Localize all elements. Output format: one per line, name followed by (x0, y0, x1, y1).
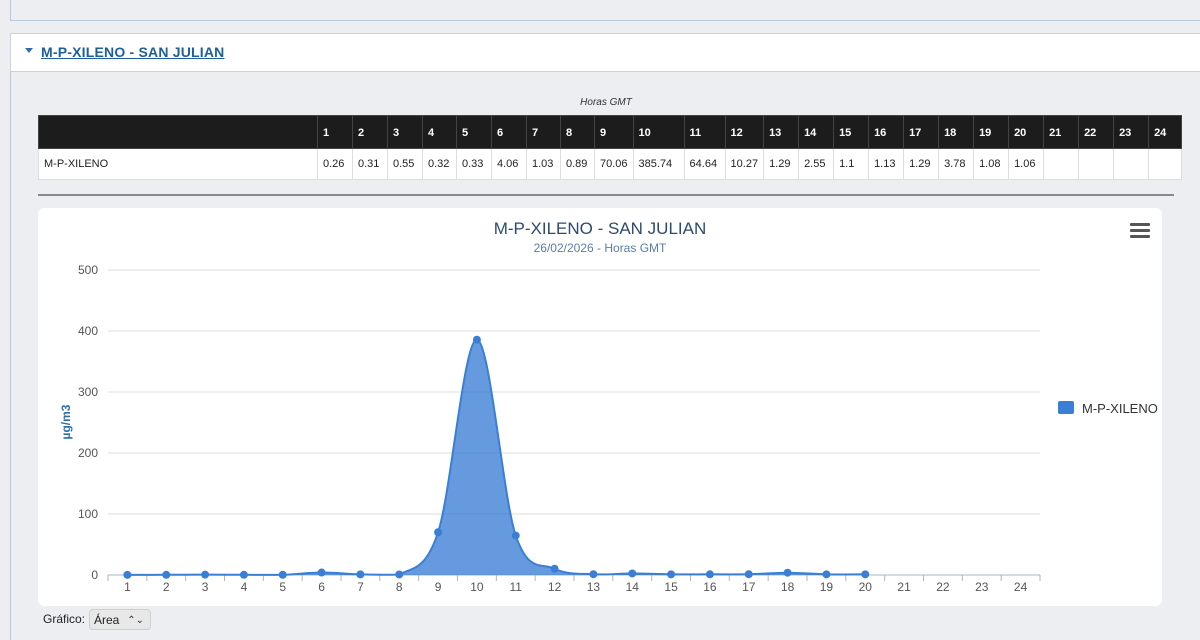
table-cell: 4.06 (491, 148, 527, 180)
table-cell: 0.89 (560, 148, 595, 180)
table-cell: 1.1 (833, 148, 870, 180)
table-cell: 0.32 (422, 148, 457, 180)
table-cell (1148, 148, 1183, 180)
select-arrows-icon: ⌃⌄ (127, 615, 144, 626)
table-cell: 64.64 (683, 148, 726, 180)
table-header-hour: 1 (317, 115, 353, 149)
table-row-label: M-P-XILENO (38, 148, 318, 180)
left-border-rule (10, 70, 11, 640)
table-cell: 1.13 (868, 148, 905, 180)
table-header-row: 1 2 3 4 5 6 7 8 9 10 11 12 13 14 15 16 17 18 19 20 21 22 23 24 (38, 115, 1183, 149)
table-header-hour: 5 (456, 115, 492, 149)
table-header-hour: 20 (1008, 115, 1045, 149)
table-header-hour: 21 (1043, 115, 1080, 149)
table-cell: 0.55 (387, 148, 423, 180)
table-header-hour: 16 (868, 115, 905, 149)
table-cell: 0.31 (352, 148, 388, 180)
table-header-hour: 12 (724, 115, 765, 149)
table-cell: 70.06 (594, 148, 634, 180)
table-header-hour: 7 (526, 115, 561, 149)
table-header-hour: 13 (763, 115, 800, 149)
table-cell: 0.26 (317, 148, 353, 180)
table-header-hour: 22 (1078, 115, 1115, 149)
chart-card (38, 208, 1162, 606)
table-row: M-P-XILENO 0.26 0.31 0.55 0.32 0.33 4.06 1.03 0.… (38, 148, 1183, 180)
caret-down-icon[interactable] (25, 48, 33, 53)
table-header-hour: 8 (560, 115, 595, 149)
chart-type-label: Gráfico: (43, 612, 86, 626)
table-header-hour: 6 (491, 115, 527, 149)
table-header-hour: 4 (422, 115, 457, 149)
table-header-hour: 15 (833, 115, 870, 149)
table-cell: 10.27 (724, 148, 765, 180)
table-header-blank (38, 115, 318, 149)
table-header-hour: 2 (352, 115, 388, 149)
table-cell: 385.74 (632, 148, 685, 180)
section-title-link[interactable]: M-P-XILENO - SAN JULIAN (41, 44, 225, 60)
chart-type-select-value: Área (94, 613, 120, 627)
table-cell: 3.78 (938, 148, 975, 180)
table-header-hour: 19 (973, 115, 1010, 149)
table-header-hour: 3 (387, 115, 423, 149)
table-cell: 1.29 (903, 148, 940, 180)
table-cell (1043, 148, 1080, 180)
table-header-hour: 24 (1148, 115, 1183, 149)
section-divider (38, 194, 1174, 196)
table-header-hour: 18 (938, 115, 975, 149)
table-cell: 2.55 (798, 148, 835, 180)
hamburger-menu-icon[interactable] (1130, 223, 1150, 239)
table-cell (1113, 148, 1150, 180)
table-cell (1078, 148, 1115, 180)
table-header-hour: 14 (798, 115, 835, 149)
table-header-hour: 10 (632, 115, 685, 149)
table-cell: 1.03 (526, 148, 561, 180)
table-header-hour: 23 (1113, 115, 1150, 149)
table-header-hour: 9 (594, 115, 634, 149)
table-header-hour: 11 (683, 115, 726, 149)
table-cell: 1.08 (973, 148, 1010, 180)
table-cell: 0.33 (456, 148, 492, 180)
table-cell: 1.06 (1008, 148, 1045, 180)
hourly-data-table: 1 2 3 4 5 6 7 8 9 10 11 12 13 14 15 16 17 18 19 20 21 22 23 24 … (38, 115, 1183, 180)
section-header[interactable]: M-P-XILENO - SAN JULIAN (10, 33, 1200, 72)
chart-type-select[interactable]: Área ⌃⌄ (89, 609, 151, 630)
previous-section-panel (10, 0, 1200, 21)
table-header-hour: 17 (903, 115, 940, 149)
table-cell: 1.29 (763, 148, 800, 180)
table-caption: Horas GMT (580, 97, 632, 108)
